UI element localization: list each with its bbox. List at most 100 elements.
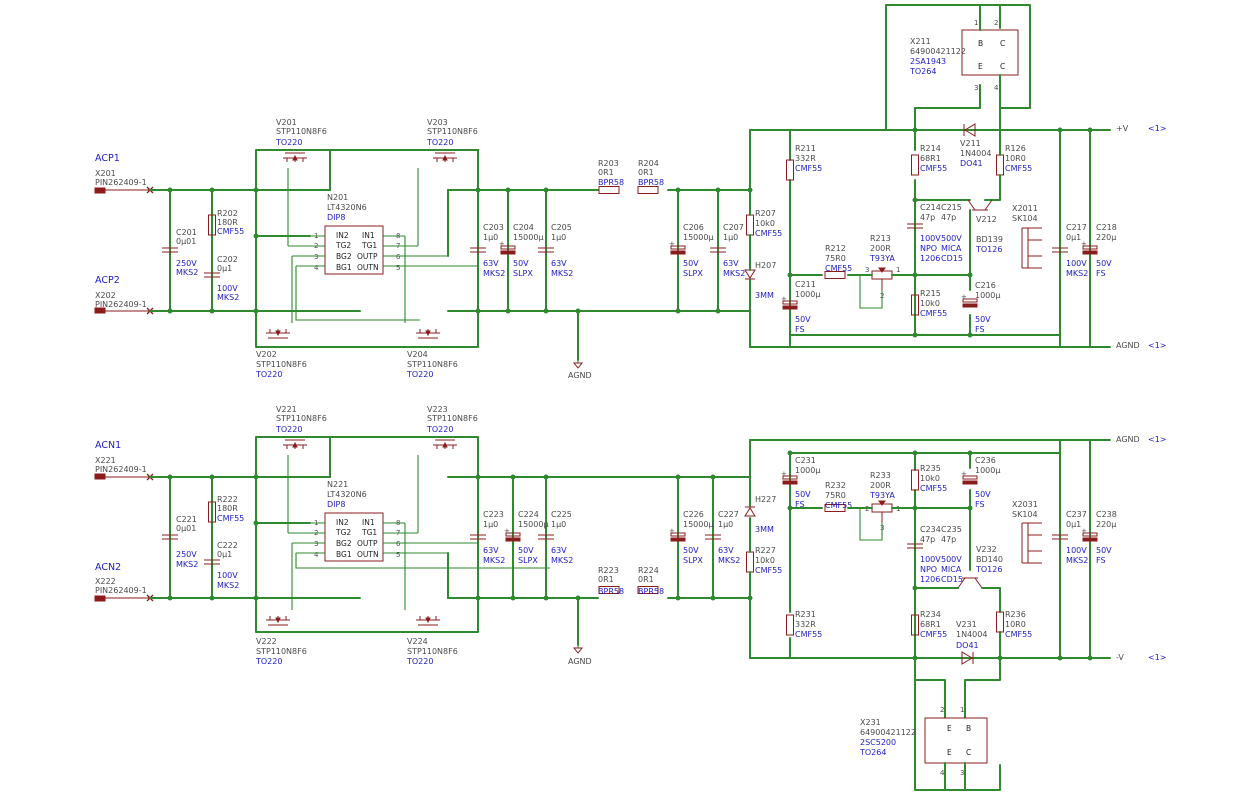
svg-text:C227: C227 bbox=[718, 510, 739, 519]
svg-text:LT4320N6: LT4320N6 bbox=[327, 203, 367, 212]
svg-text:1000µ: 1000µ bbox=[975, 291, 1000, 300]
svg-text:1000µ: 1000µ bbox=[795, 290, 820, 299]
svg-text:MKS2: MKS2 bbox=[1066, 556, 1088, 565]
svg-text:1: 1 bbox=[960, 706, 964, 714]
svg-text:0R1: 0R1 bbox=[638, 575, 654, 584]
svg-text:C218: C218 bbox=[1096, 223, 1117, 232]
svg-text:CMF55: CMF55 bbox=[920, 484, 947, 493]
svg-text:MKS2: MKS2 bbox=[176, 560, 198, 569]
svg-text:1µ0: 1µ0 bbox=[723, 233, 738, 242]
res-r231: R231 332R CMF55 bbox=[786, 610, 822, 639]
svg-text:0µ1: 0µ1 bbox=[1066, 233, 1081, 242]
svg-text:OUTN: OUTN bbox=[357, 550, 379, 559]
cap-c236: C236 1000µ 50V FS bbox=[960, 456, 1000, 509]
svg-text:TO220: TO220 bbox=[406, 657, 433, 666]
svg-text:MKS2: MKS2 bbox=[551, 556, 573, 565]
svg-text:CMF55: CMF55 bbox=[217, 227, 244, 236]
heatsink-x2031: X2031 SK104 bbox=[1012, 500, 1042, 564]
svg-text:B: B bbox=[966, 724, 971, 733]
svg-text:DIP8: DIP8 bbox=[327, 213, 345, 222]
res-r222: R222 180R CMF55 bbox=[208, 495, 244, 523]
svg-text:C205: C205 bbox=[551, 223, 572, 232]
svg-text:IN1: IN1 bbox=[362, 518, 375, 527]
svg-text:4: 4 bbox=[994, 84, 999, 92]
cap-c211: C211 1000µ 50V FS bbox=[780, 280, 820, 334]
svg-text:500V: 500V bbox=[941, 555, 962, 564]
res-r232: R232 75R0 CMF55 bbox=[824, 481, 852, 512]
svg-text:0µ1: 0µ1 bbox=[1066, 520, 1081, 529]
svg-text:3: 3 bbox=[865, 266, 869, 274]
svg-text:50V: 50V bbox=[683, 259, 699, 268]
gnd-label-top: AGND bbox=[568, 371, 592, 380]
cap-c224: C224 15000µ 50V SLPX bbox=[503, 510, 549, 565]
svg-text:R234: R234 bbox=[920, 610, 941, 619]
svg-text:TO220: TO220 bbox=[255, 370, 282, 379]
svg-text:BG1: BG1 bbox=[336, 550, 352, 559]
svg-text:BG1: BG1 bbox=[336, 263, 352, 272]
svg-text:R202: R202 bbox=[217, 209, 238, 218]
cap-c231: C231 1000µ 50V FS bbox=[780, 456, 820, 509]
svg-text:3: 3 bbox=[974, 84, 978, 92]
svg-text:C234: C234 bbox=[920, 525, 941, 534]
pot-r213: R213 200R T93YA 3 1 2 bbox=[865, 234, 900, 300]
svg-text:MKS2: MKS2 bbox=[718, 556, 740, 565]
cap-c203: C203 1µ0 63V MKS2 bbox=[469, 223, 505, 278]
svg-text:CMF55: CMF55 bbox=[1005, 630, 1032, 639]
res-r236: R236 10R0 CMF55 bbox=[996, 610, 1032, 639]
svg-text:63V: 63V bbox=[483, 546, 499, 555]
svg-text:FS: FS bbox=[1096, 269, 1106, 278]
svg-text:C223: C223 bbox=[483, 510, 504, 519]
svg-text:V211: V211 bbox=[960, 139, 981, 148]
svg-text:FS: FS bbox=[975, 500, 985, 509]
svg-text:63V: 63V bbox=[551, 546, 567, 555]
svg-text:47p: 47p bbox=[941, 213, 956, 222]
cap-c204: C204 15000µ 50V SLPX bbox=[498, 223, 544, 278]
connector-x221: ACN1 X221 PIN262409-1 bbox=[94, 440, 154, 481]
svg-text:CD15: CD15 bbox=[941, 254, 963, 263]
net-label-acp2: ACP2 bbox=[95, 275, 120, 286]
svg-text:C207: C207 bbox=[723, 223, 744, 232]
svg-text:180R: 180R bbox=[217, 504, 238, 513]
svg-text:MKS2: MKS2 bbox=[551, 269, 573, 278]
svg-text:R233: R233 bbox=[870, 471, 891, 480]
svg-text:MKS2: MKS2 bbox=[217, 293, 239, 302]
svg-text:V201: V201 bbox=[276, 118, 297, 127]
svg-text:X202: X202 bbox=[95, 291, 116, 300]
svg-text:T93YA: T93YA bbox=[869, 254, 895, 263]
svg-text:1000µ: 1000µ bbox=[975, 466, 1000, 475]
svg-text:3: 3 bbox=[960, 769, 964, 777]
svg-text:BPR58: BPR58 bbox=[638, 178, 664, 187]
cap-c235: C235 47p 500V MICA CD15 bbox=[941, 525, 963, 584]
res-r223: R223 0R1 BPR58 bbox=[598, 566, 624, 596]
svg-text:STP110N8F6: STP110N8F6 bbox=[407, 647, 458, 656]
mosfet-v222: V222 STP110N8F6 TO220 bbox=[255, 615, 307, 666]
bottom-rectifier: ACN1 X221 PIN262409-1 ACN2 X222 PIN26240… bbox=[94, 405, 1167, 791]
svg-text:0µ01: 0µ01 bbox=[176, 524, 196, 533]
svg-text:C211: C211 bbox=[795, 280, 816, 289]
net-label-pv: +V bbox=[1116, 124, 1129, 133]
heatsink-x2011: X2011 SK104 bbox=[1012, 204, 1042, 269]
connector-x222: ACN2 X222 PIN262409-1 bbox=[94, 562, 154, 602]
cap-c226: C226 15000µ 50V SLPX bbox=[668, 510, 714, 565]
svg-text:V231: V231 bbox=[956, 620, 977, 629]
svg-text:50V: 50V bbox=[1096, 259, 1112, 268]
svg-text:2: 2 bbox=[994, 19, 998, 27]
mosfet-v201: V201 STP110N8F6 TO220 bbox=[275, 118, 327, 163]
svg-text:TG1: TG1 bbox=[361, 528, 377, 537]
svg-text:STP110N8F6: STP110N8F6 bbox=[427, 127, 478, 136]
svg-text:100V: 100V bbox=[920, 555, 941, 564]
svg-text:CMF55: CMF55 bbox=[920, 164, 947, 173]
svg-text:PIN262409-1: PIN262409-1 bbox=[95, 586, 147, 595]
svg-text:200R: 200R bbox=[870, 244, 891, 253]
svg-text:C202: C202 bbox=[217, 255, 238, 264]
svg-text:63V: 63V bbox=[483, 259, 499, 268]
svg-text:R224: R224 bbox=[638, 566, 659, 575]
svg-text:IN1: IN1 bbox=[362, 231, 375, 240]
svg-text:BD140: BD140 bbox=[976, 555, 1003, 564]
svg-text:MKS2: MKS2 bbox=[723, 269, 745, 278]
svg-text:6: 6 bbox=[396, 540, 401, 548]
svg-text:10R0: 10R0 bbox=[1005, 620, 1026, 629]
svg-text:3: 3 bbox=[314, 253, 318, 261]
svg-text:R212: R212 bbox=[825, 244, 846, 253]
net-label-acn2: ACN2 bbox=[95, 562, 121, 573]
